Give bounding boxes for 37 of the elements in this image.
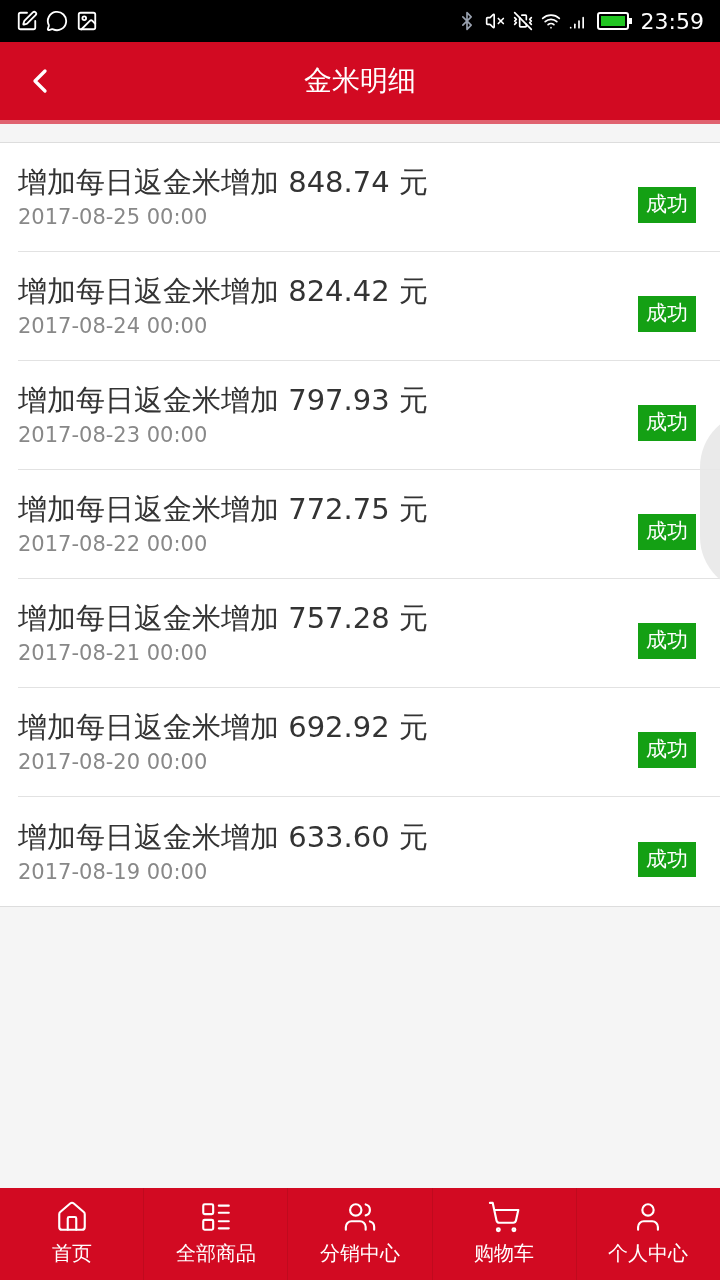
record-date: 2017-08-23 00:00 [18, 422, 209, 449]
vibrate-off-icon [512, 11, 533, 31]
people-icon [343, 1200, 377, 1234]
record-title: 增加每日返金米增加 797.93 元 [18, 382, 428, 419]
status-badge: 成功 [638, 187, 696, 223]
status-badge: 成功 [638, 841, 696, 878]
record-date: 2017-08-19 00:00 [18, 858, 209, 886]
nav-tab[interactable]: 首页 [0, 1188, 144, 1280]
cart-icon [487, 1200, 522, 1234]
status-badge: 成功 [638, 732, 696, 768]
status-time: 23:59 [640, 7, 704, 36]
record-date: 2017-08-22 00:00 [18, 531, 209, 558]
record-date: 2017-08-21 00:00 [18, 640, 209, 667]
record-title: 增加每日返金米增加 772.75 元 [18, 491, 428, 528]
record-date: 2017-08-24 00:00 [18, 313, 209, 340]
page-title: 金米明细 [304, 63, 416, 99]
battery-icon [596, 11, 633, 31]
wifi-icon [540, 11, 561, 31]
status-badge: 成功 [638, 623, 696, 659]
mute-icon [484, 11, 505, 31]
record-title: 增加每日返金米增加 633.60 元 [18, 818, 428, 856]
record-title: 增加每日返金米增加 757.28 元 [18, 600, 428, 637]
nav-tab[interactable]: 购物车 [431, 1188, 576, 1280]
nav-tab[interactable]: 分销中心 [287, 1188, 432, 1280]
record-title: 增加每日返金米增加 848.74 元 [18, 164, 428, 201]
nav-tab[interactable]: 全部商品 [143, 1188, 288, 1280]
record-title: 增加每日返金米增加 824.42 元 [18, 273, 428, 310]
status-badge: 成功 [638, 296, 696, 332]
nav-tab[interactable]: 个人中心 [575, 1188, 720, 1280]
status-badge: 成功 [638, 405, 696, 441]
notification-icon [16, 10, 38, 32]
record-title: 增加每日返金米增加 692.92 元 [18, 709, 428, 746]
status-badge: 成功 [638, 514, 696, 550]
image-icon [76, 10, 98, 32]
record-date: 2017-08-20 00:00 [18, 749, 209, 776]
chat-icon [46, 10, 68, 32]
record-date: 2017-08-25 00:00 [18, 204, 209, 231]
